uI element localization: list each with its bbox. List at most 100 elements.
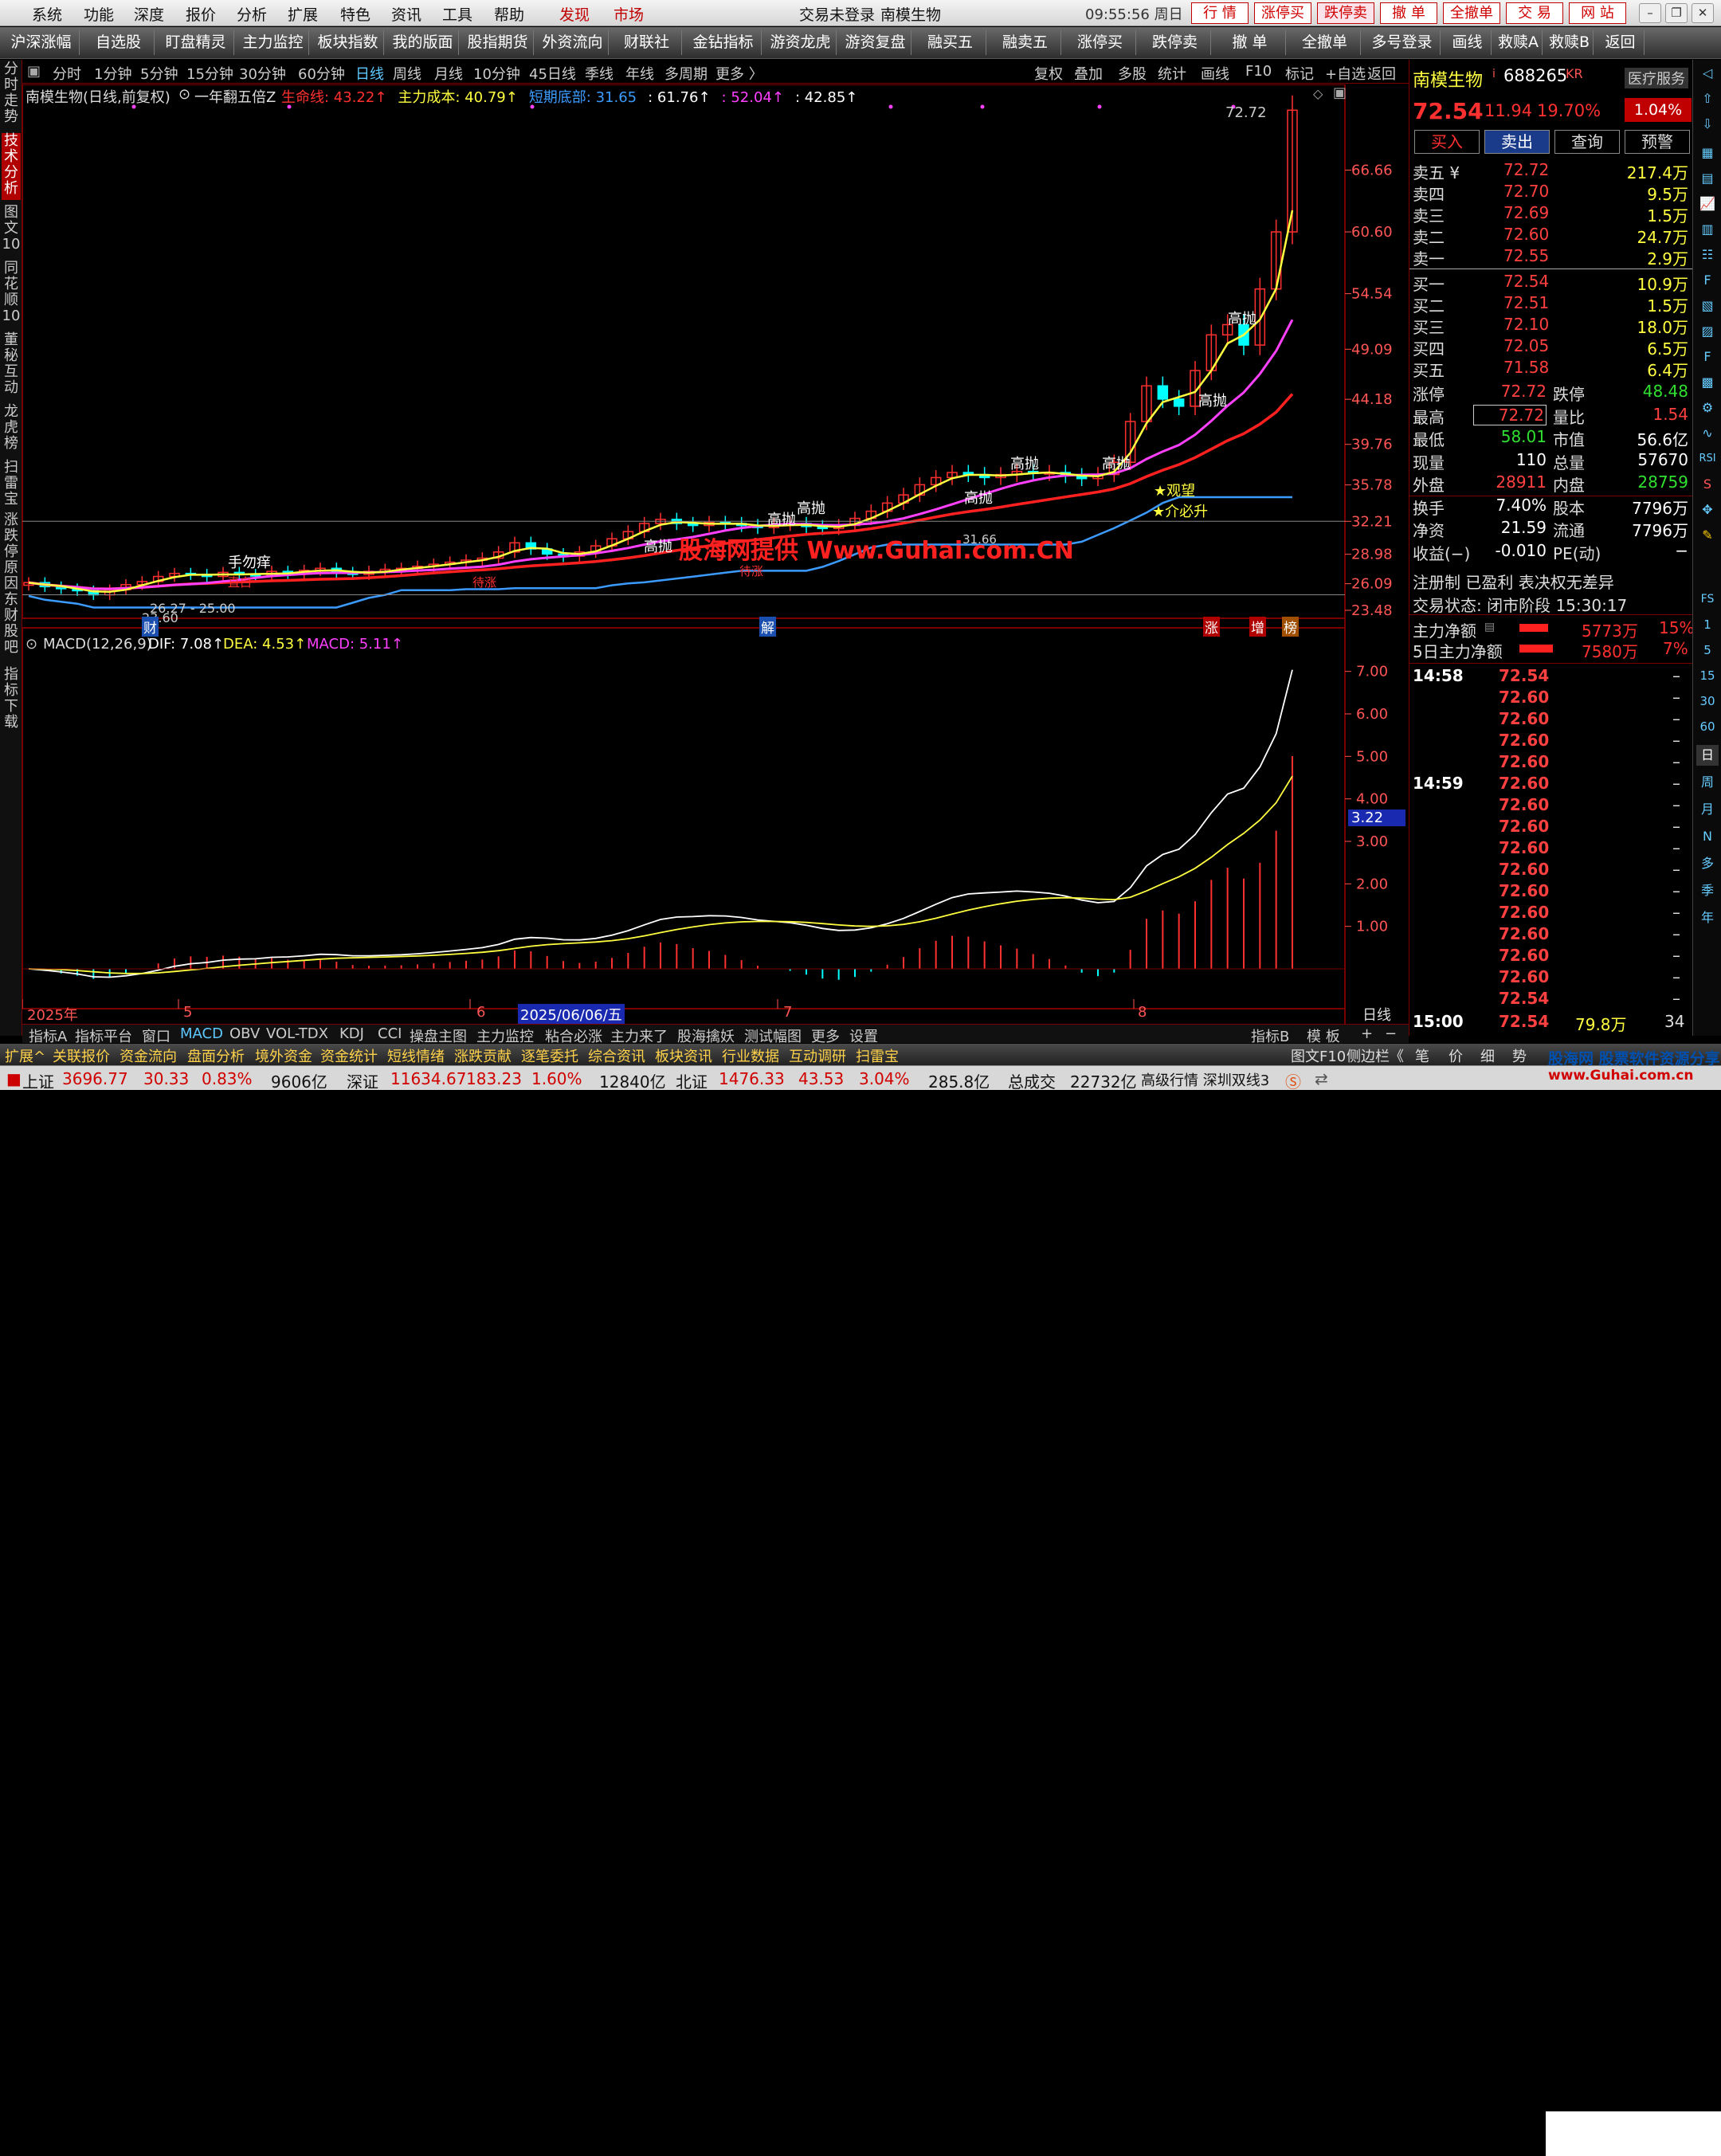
query-button[interactable]: 查询 [1554,130,1620,154]
menu-item-function[interactable]: 功能 [84,3,114,25]
ext-tab[interactable]: 板块资讯 [655,1045,712,1066]
leftnav-item[interactable]: 扫雷宝 [2,460,21,509]
period-tab[interactable]: 月线 [434,63,463,84]
event-marker-zhang[interactable]: 涨 [1203,617,1220,637]
indicator-tab-tool[interactable]: + [1361,1025,1373,1042]
ext-tool[interactable]: 价 [1449,1045,1463,1066]
ext-tab[interactable]: 行业数据 [722,1045,779,1066]
cancel-all-button[interactable]: 全撤单 [1443,2,1500,24]
ext-tab[interactable]: 逐笔委托 [521,1045,578,1066]
sidebar-1min[interactable]: 1 [1696,614,1719,635]
line-chart-icon[interactable]: 📈 [1696,194,1719,214]
tick-list[interactable]: 14:58 72.54 – 72.60 – 72.60 – 72.60 – 72.60 – 14:59… [1409,666,1692,1034]
buy-button[interactable]: 买入 [1414,130,1480,154]
period-tab[interactable]: 年线 [625,63,654,84]
toolbar-item[interactable]: 主力监控 [237,30,309,55]
menu-item-system[interactable]: 系统 [32,3,62,25]
trade-button[interactable]: 交 易 [1506,2,1563,24]
sell-button[interactable]: 卖出 [1484,130,1550,154]
chart-tool[interactable]: 画线 [1201,63,1229,84]
sidebar-15min[interactable]: 15 [1696,665,1719,686]
ext-tab[interactable]: 关联报价 [53,1045,110,1066]
period-tab[interactable]: 更多 〉 [715,63,763,84]
sh-label[interactable]: 上证 [22,1069,54,1092]
sidebar-year[interactable]: 年 [1696,907,1719,928]
f10-icon[interactable]: F [1696,270,1719,291]
toolbar-item[interactable]: 板块指数 [312,30,384,55]
menu-item-discover[interactable]: 发现 [559,3,590,25]
nb-label[interactable]: 北证 [676,1069,708,1092]
ext-tab[interactable]: 综合资讯 [588,1045,645,1066]
chart-tool[interactable]: 复权 [1034,63,1063,84]
limit-sell-button[interactable]: 跌停卖 [1317,2,1374,24]
indicator-tab[interactable]: OBV [229,1025,260,1042]
period-tab[interactable]: 60分钟 [298,63,345,84]
period-tab[interactable]: 分时 [53,63,81,84]
menu-item-extend[interactable]: 扩展 [288,3,318,25]
leftnav-item[interactable]: 分时走势 [2,61,21,128]
limit-buy-button[interactable]: 涨停买 [1254,2,1311,24]
menu-item-tools[interactable]: 工具 [442,3,472,25]
leftnav-item[interactable]: 东财股吧 [2,592,21,662]
leftnav-item[interactable]: 技术分析 [2,133,21,200]
leftnav-item[interactable]: 涨跌停原因 [2,512,21,592]
toolbar-item[interactable]: 画线 [1444,30,1492,55]
toolbar-item[interactable]: 撤 单 [1214,30,1286,55]
arrow-down-icon[interactable]: ⇩ [1696,114,1719,135]
sidebar-month[interactable]: 月 [1696,799,1719,820]
period-tab[interactable]: 1分钟 [94,63,131,84]
toolbar-item[interactable]: 股指期货 [462,30,534,55]
period-tab[interactable]: 5分钟 [140,63,178,84]
toolbar-item[interactable]: 全撤单 [1289,30,1361,55]
book-icon[interactable]: ▩ [1696,372,1719,393]
toolbar-item[interactable]: 返回 [1597,30,1645,55]
period-tab[interactable]: 45日线 [529,63,576,84]
table-icon[interactable]: ☷ [1696,245,1719,265]
chart-tool[interactable]: 多股 [1118,63,1147,84]
menu-item-news[interactable]: 资讯 [391,3,421,25]
sidebar-multi[interactable]: 多 [1696,853,1719,874]
chart-tool[interactable]: 返回 [1367,63,1396,84]
period-tab[interactable]: 15分钟 [186,63,233,84]
sz-label[interactable]: 深证 [347,1069,378,1092]
document-icon[interactable]: ▧ [1696,296,1719,316]
sidebar-rsi[interactable]: RSI [1696,449,1719,469]
ext-tab[interactable]: 盘面分析 [187,1045,245,1066]
chart-area[interactable]: 66.66 60.60 54.54 49.09 44.18 39.76 35.78 32.21… [22,84,1409,1029]
sidebar-30min[interactable]: 30 [1696,691,1719,711]
s-logo-icon[interactable]: Ⓢ [1285,1069,1301,1092]
period-tab[interactable]: 日线 [355,63,384,84]
menu-item-market[interactable]: 市场 [614,3,644,25]
macd-toggle-icon[interactable]: ⊙ [25,636,37,653]
menu-item-quote[interactable]: 报价 [186,3,216,25]
toolbar-item[interactable]: 财联社 [612,30,682,55]
ext-tab[interactable]: 扩展^ [5,1045,45,1066]
panel-toggle-icon[interactable]: ▣ [1333,84,1347,101]
event-marker-cai[interactable]: 财 [142,617,159,637]
indicator-tab[interactable]: MACD [180,1025,223,1042]
leftnav-item[interactable]: 指标下载 [2,667,21,734]
ext-tab[interactable]: 境外资金 [255,1045,312,1066]
toolbar-item[interactable]: 救赎A [1495,30,1543,55]
list-icon[interactable]: ▤ [1696,168,1719,189]
indicator-tab-tool[interactable]: − [1385,1025,1397,1042]
arrow-left-icon[interactable]: ◁ [1696,63,1719,84]
toolbar-item[interactable]: 外资流向 [537,30,609,55]
ext-tool[interactable]: 笔 [1415,1045,1429,1066]
move-icon[interactable]: ✥ [1696,500,1719,520]
toolbar-item[interactable]: 自选股 [83,30,155,55]
indicator-tab[interactable]: CCI [378,1025,402,1042]
report-icon[interactable]: ▨ [1696,321,1719,342]
period-tab[interactable]: 多周期 [664,63,708,84]
chart-tool[interactable]: +自选 [1325,63,1366,84]
leftnav-item[interactable]: 龙虎榜 [2,404,21,455]
sidebar-day[interactable]: 日 [1696,745,1719,766]
restore-icon[interactable]: ❐ [1665,3,1688,23]
grid-icon[interactable]: ▦ [1696,143,1719,163]
feed-label[interactable]: 高级行情 深圳双线3 [1141,1069,1269,1090]
indicator-tab[interactable]: KDJ [339,1025,364,1042]
leftnav-item[interactable]: 图文10 [2,205,21,256]
sidebar-week[interactable]: 周 [1696,772,1719,793]
toolbar-item[interactable]: 多号登录 [1364,30,1441,55]
minimize-icon[interactable]: – [1639,3,1661,23]
